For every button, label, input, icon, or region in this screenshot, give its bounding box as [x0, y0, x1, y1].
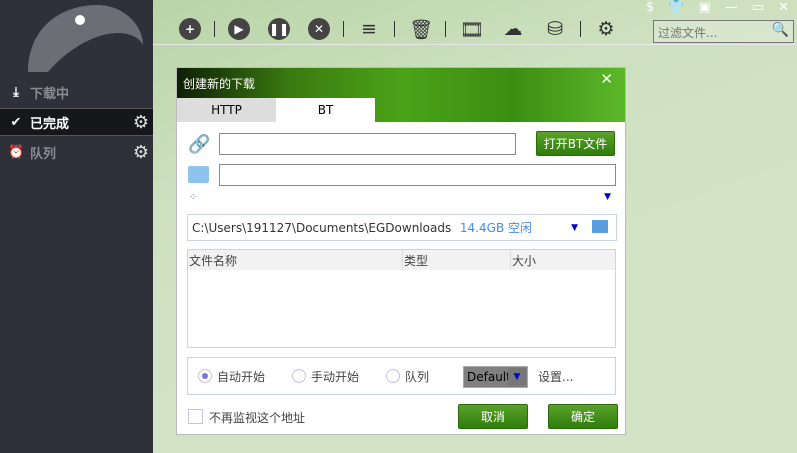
- minimize-tray-icon[interactable]: ▣: [699, 0, 711, 15]
- chevron-down-icon[interactable]: ▼: [604, 192, 611, 202]
- sort-icon[interactable]: ≡: [358, 18, 380, 40]
- divider: [214, 21, 215, 37]
- manual-start-radio[interactable]: [292, 369, 307, 383]
- video-icon[interactable]: 🎞: [460, 18, 484, 41]
- alarm-clock-icon: ⏰: [8, 144, 25, 160]
- divider: [343, 21, 344, 37]
- manual-start-label: 手动开始: [311, 369, 360, 384]
- tab-bt[interactable]: BT: [276, 98, 375, 122]
- divider: [580, 21, 581, 37]
- database-icon[interactable]: ⛁: [544, 18, 566, 40]
- tab-http[interactable]: HTTP: [177, 98, 276, 122]
- gear-icon[interactable]: ⚙: [133, 112, 149, 133]
- divider: [394, 21, 395, 37]
- free-space: 14.4GB 空闲: [459, 221, 532, 235]
- save-name-input[interactable]: [219, 164, 616, 186]
- maximize-icon[interactable]: ▭: [752, 0, 764, 15]
- settings-link[interactable]: 设置...: [538, 368, 573, 385]
- dollar-icon[interactable]: $: [646, 0, 654, 15]
- sidebar-item-downloading[interactable]: ⤓ 下载中: [0, 78, 153, 106]
- sidebar-item-completed[interactable]: ✔ 已完成 ⚙: [0, 108, 153, 136]
- sidebar-item-label: 下载中: [30, 86, 70, 102]
- sidebar-item-label: 已完成: [30, 116, 70, 132]
- close-icon[interactable]: ✕: [778, 0, 789, 15]
- gear-icon[interactable]: ⚙: [133, 142, 149, 163]
- file-list[interactable]: 文件名称 类型 大小: [187, 249, 616, 348]
- open-bt-file-button[interactable]: 打开BT文件: [536, 131, 615, 156]
- play-icon[interactable]: ▶: [228, 18, 250, 40]
- column-header-size[interactable]: 大小: [511, 250, 615, 270]
- queue-label: 队列: [405, 369, 430, 384]
- sidebar: ⤓ 下载中 ✔ 已完成 ⚙ ⏰ 队列 ⚙: [0, 0, 153, 453]
- window-controls: $ 👕 ▣ — ▭ ✕: [646, 0, 789, 15]
- eagle-logo: [28, 5, 143, 72]
- chevron-down-icon[interactable]: ▼: [571, 223, 578, 233]
- queue-radio[interactable]: [386, 369, 401, 383]
- torrent-url-input[interactable]: [219, 133, 516, 155]
- folder-icon: [188, 166, 209, 183]
- filter-placeholder: 过滤文件...: [658, 26, 718, 40]
- dialog-header: 创建新的下载 ✕ HTTP BT: [177, 68, 625, 122]
- cancel-button[interactable]: 取消: [458, 404, 528, 429]
- close-icon[interactable]: ✕: [600, 70, 613, 88]
- search-icon[interactable]: 🔍: [772, 22, 789, 38]
- filter-input[interactable]: 过滤文件... 🔍: [653, 20, 794, 43]
- cancel-icon[interactable]: ✕: [308, 18, 330, 40]
- auto-start-radio[interactable]: [198, 369, 212, 383]
- ok-button[interactable]: 确定: [548, 404, 618, 429]
- add-icon[interactable]: +: [179, 18, 201, 40]
- pause-icon[interactable]: ❚❚: [268, 18, 290, 40]
- auto-start-label: 自动开始: [217, 369, 266, 384]
- chevron-down-icon: ▼: [508, 368, 526, 386]
- dialog-title: 创建新的下载: [183, 77, 256, 91]
- shirt-icon[interactable]: 👕: [668, 0, 684, 15]
- toolbar-divider: [153, 44, 797, 45]
- toolbar: + ▶ ❚❚ ✕ ≡ 🗑 🎞 ☁ ⛁ ⚙: [153, 14, 627, 44]
- start-options: 自动开始 手动开始 队列 Default ▼ 设置...: [187, 357, 616, 395]
- no-monitor-checkbox[interactable]: [188, 409, 203, 424]
- download-icon: ⤓: [13, 84, 19, 100]
- queue-select-value: Default: [467, 370, 511, 384]
- save-path: C:\Users\191127\Documents\EGDownloads: [192, 220, 452, 235]
- loading-icon: ⁘: [189, 192, 198, 203]
- gear-icon[interactable]: ⚙: [595, 18, 617, 40]
- divider: [445, 21, 446, 37]
- queue-select[interactable]: Default ▼: [463, 366, 528, 388]
- column-header-name[interactable]: 文件名称: [188, 250, 403, 270]
- sidebar-item-queue[interactable]: ⏰ 队列 ⚙: [0, 138, 153, 166]
- cloud-download-icon[interactable]: ☁: [502, 18, 524, 40]
- minimize-icon[interactable]: —: [725, 0, 738, 15]
- folder-icon[interactable]: [592, 220, 608, 233]
- sidebar-item-label: 队列: [30, 146, 57, 162]
- new-download-dialog: 创建新的下载 ✕ HTTP BT 🔗 打开BT文件 ⁘ ▼ C:\Users\1…: [176, 67, 626, 435]
- trash-icon[interactable]: 🗑: [409, 18, 433, 41]
- save-path-field[interactable]: C:\Users\191127\Documents\EGDownloads 14…: [187, 214, 617, 241]
- link-icon: 🔗: [188, 134, 211, 155]
- column-header-type[interactable]: 类型: [403, 250, 511, 270]
- no-monitor-label: 不再监视这个地址: [209, 411, 306, 425]
- check-circle-icon: ✔: [10, 114, 22, 130]
